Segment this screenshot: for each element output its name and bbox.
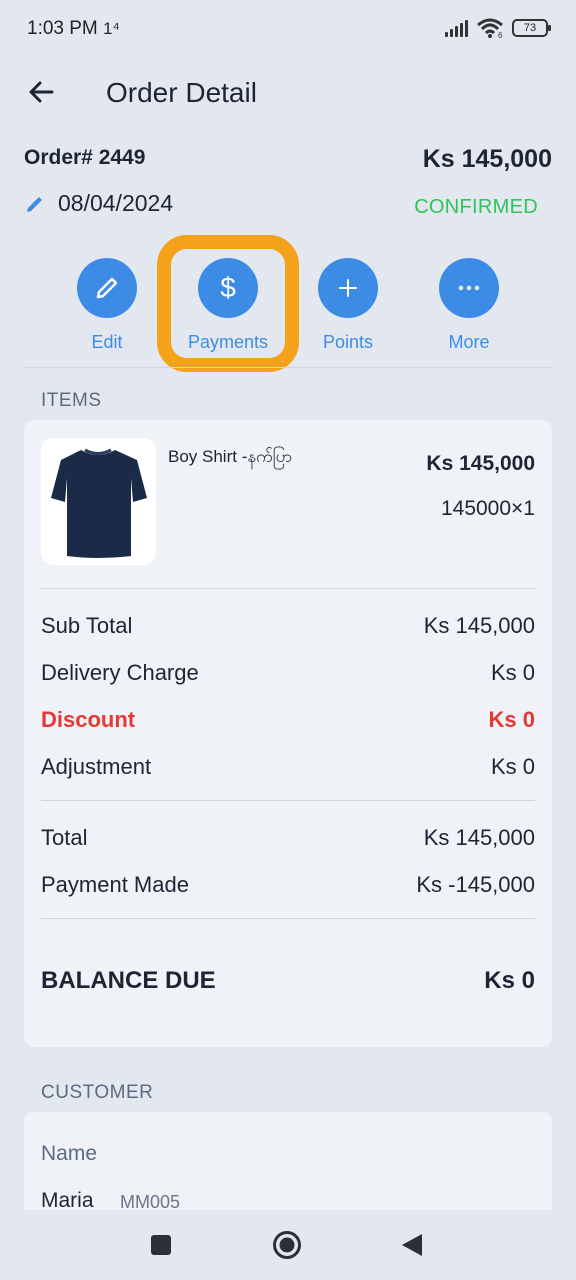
battery-level: 73 bbox=[523, 22, 537, 34]
triangle-back-icon bbox=[402, 1234, 422, 1256]
more-label: More bbox=[448, 332, 490, 352]
balance-due-label: BALANCE DUE bbox=[41, 967, 216, 994]
order-date: 08/04/2024 bbox=[58, 190, 174, 216]
status-bar: 1:03 PM 1⁴ 6 73 bbox=[0, 0, 576, 58]
circle-icon bbox=[273, 1231, 301, 1259]
more-icon bbox=[458, 285, 480, 291]
signal-icon bbox=[445, 19, 468, 37]
payments-highlight-box bbox=[157, 235, 299, 372]
clock-time: 1:03 PM bbox=[27, 18, 98, 39]
plus-icon bbox=[339, 279, 357, 297]
payment-made-label: Payment Made bbox=[41, 872, 189, 897]
svg-text:6: 6 bbox=[498, 31, 503, 39]
status-time: 1:03 PM 1⁴ bbox=[27, 18, 120, 40]
points-label: Points bbox=[322, 332, 374, 352]
edit-label: Edit bbox=[91, 332, 123, 352]
divider bbox=[24, 367, 552, 368]
discount-row: Discount Ks 0 bbox=[41, 707, 535, 733]
delivery-charge-value: Ks 0 bbox=[490, 660, 535, 685]
discount-label: Discount bbox=[41, 707, 136, 732]
tshirt-icon bbox=[51, 448, 147, 558]
divider bbox=[41, 918, 535, 919]
items-section-label: ITEMS bbox=[41, 390, 102, 411]
total-value: Ks 145,000 bbox=[423, 825, 535, 850]
customer-name-label: Name bbox=[41, 1142, 98, 1165]
system-nav-bar bbox=[0, 1210, 576, 1280]
balance-due-value: Ks 0 bbox=[484, 967, 535, 994]
page-title: Order Detail bbox=[106, 77, 257, 108]
edit-button-circle[interactable] bbox=[77, 258, 137, 318]
home-button[interactable] bbox=[272, 1230, 302, 1265]
edit-action-button[interactable]: Edit bbox=[52, 258, 162, 353]
network-indicator: 1⁴ bbox=[103, 19, 120, 38]
sub-total-value: Ks 145,000 bbox=[423, 613, 535, 638]
order-total: Ks 145,000 bbox=[422, 145, 552, 173]
divider bbox=[41, 800, 535, 801]
pencil-icon bbox=[27, 196, 42, 212]
product-name: Boy Shirt -နက်ပြာ bbox=[168, 447, 293, 466]
product-image[interactable] bbox=[41, 438, 156, 565]
total-row: Total Ks 145,000 bbox=[41, 825, 535, 851]
more-button-circle[interactable] bbox=[439, 258, 499, 318]
adjustment-label: Adjustment bbox=[41, 754, 152, 779]
battery-icon: 73 bbox=[512, 19, 551, 37]
product-price: Ks 145,000 bbox=[426, 452, 535, 475]
product-quantity: 145000×1 bbox=[440, 497, 535, 520]
status-icons: 6 73 bbox=[445, 17, 551, 39]
pencil-icon bbox=[96, 277, 118, 299]
adjustment-value: Ks 0 bbox=[490, 754, 535, 779]
order-number: Order# 2449 bbox=[24, 146, 146, 169]
points-button-circle[interactable] bbox=[318, 258, 378, 318]
payment-made-row: Payment Made Ks -145,000 bbox=[41, 872, 535, 898]
app-header: Order Detail bbox=[0, 60, 576, 126]
customer-card[interactable]: Name Maria MM005 bbox=[24, 1112, 552, 1222]
sub-total-row: Sub Total Ks 145,000 bbox=[41, 613, 535, 639]
wifi-icon: 6 bbox=[477, 18, 503, 39]
delivery-charge-label: Delivery Charge bbox=[41, 660, 199, 685]
discount-value: Ks 0 bbox=[488, 707, 535, 732]
customer-section-label: CUSTOMER bbox=[41, 1082, 154, 1103]
balance-due-row: BALANCE DUE Ks 0 bbox=[41, 967, 535, 995]
points-action-button[interactable]: Points bbox=[293, 258, 403, 353]
arrow-left-icon bbox=[29, 81, 54, 103]
delivery-charge-row: Delivery Charge Ks 0 bbox=[41, 660, 535, 686]
order-status-badge: CONFIRMED bbox=[414, 196, 538, 218]
adjustment-row: Adjustment Ks 0 bbox=[41, 754, 535, 780]
total-label: Total bbox=[41, 825, 88, 850]
order-date-row: 08/04/2024 bbox=[24, 190, 173, 217]
sub-total-label: Sub Total bbox=[41, 613, 133, 638]
back-button[interactable] bbox=[400, 1232, 424, 1263]
divider bbox=[41, 588, 535, 589]
back-arrow-button[interactable] bbox=[22, 72, 62, 112]
recents-button[interactable] bbox=[150, 1234, 172, 1261]
more-action-button[interactable]: More bbox=[414, 258, 524, 353]
square-icon bbox=[151, 1235, 171, 1255]
items-card: Boy Shirt -နက်ပြာ Ks 145,000 145000×1 Su… bbox=[24, 420, 552, 1047]
payment-made-value: Ks -145,000 bbox=[416, 872, 535, 897]
